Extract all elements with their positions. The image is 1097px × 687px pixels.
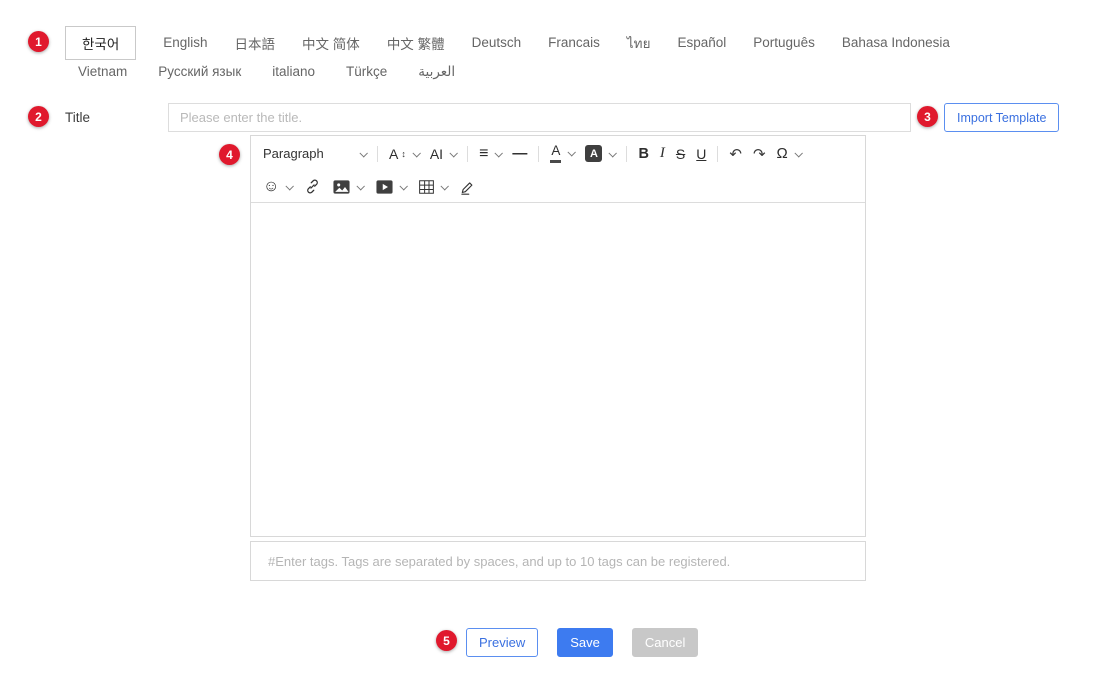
title-input[interactable] — [168, 103, 911, 132]
underline-button[interactable]: U — [696, 146, 706, 162]
highlight-color-dropdown[interactable]: A — [585, 145, 615, 162]
redo-button[interactable]: ↷ — [753, 145, 766, 163]
table-icon — [419, 180, 434, 194]
strikethrough-icon: S — [676, 146, 685, 162]
toolbar-separator — [467, 146, 468, 162]
rich-text-editor: Paragraph A↕ AI ≡ — — [250, 135, 866, 537]
table-dropdown[interactable] — [419, 180, 447, 194]
toolbar-separator — [377, 146, 378, 162]
emoji-dropdown[interactable]: ☺ — [263, 178, 292, 196]
chevron-down-icon — [359, 149, 367, 157]
annotation-badge-3: 3 — [917, 106, 938, 127]
highlight-color-icon: A — [585, 145, 602, 162]
undo-button[interactable]: ↶ — [729, 145, 742, 163]
tab-espanol[interactable]: Español — [677, 35, 726, 50]
font-size-dropdown[interactable]: A↕ — [389, 146, 419, 162]
tab-russian[interactable]: Русский язык — [158, 64, 241, 80]
chevron-down-icon — [794, 149, 802, 157]
link-button[interactable] — [305, 179, 320, 194]
editor-content-area[interactable] — [251, 203, 865, 536]
paragraph-format-select[interactable]: Paragraph — [263, 146, 366, 161]
chevron-down-icon — [357, 182, 365, 190]
underline-icon: U — [696, 146, 706, 162]
language-tab-bar: 한국어 English 日本語 中文 简体 中文 繁體 Deutsch Fran… — [65, 27, 950, 58]
chevron-down-icon — [441, 182, 449, 190]
tab-portugues[interactable]: Português — [753, 35, 815, 50]
chevron-down-icon — [568, 149, 576, 157]
annotation-badge-5: 5 — [436, 630, 457, 651]
tab-bahasa-indonesia[interactable]: Bahasa Indonesia — [842, 35, 950, 50]
language-tab-bar-row2: Vietnam Русский язык italiano Türkçe الع… — [78, 64, 455, 80]
bold-button[interactable]: B — [638, 146, 648, 162]
tags-input[interactable] — [250, 541, 866, 581]
redo-icon: ↷ — [753, 145, 766, 163]
preview-button[interactable]: Preview — [466, 628, 538, 657]
action-button-row: Preview Save Cancel — [466, 628, 698, 657]
font-color-dropdown[interactable]: A — [550, 144, 574, 162]
pen-icon — [460, 179, 475, 195]
text-align-dropdown[interactable]: ≡ — [479, 145, 501, 163]
italic-button[interactable]: I — [660, 145, 665, 162]
link-icon — [305, 179, 320, 194]
chevron-down-icon — [412, 149, 420, 157]
toolbar-separator — [717, 146, 718, 162]
draw-button[interactable] — [460, 179, 475, 195]
tab-english[interactable]: English — [163, 35, 207, 50]
font-family-icon: AI — [430, 146, 443, 162]
toolbar-separator — [538, 146, 539, 162]
chevron-down-icon — [495, 149, 503, 157]
annotation-badge-4: 4 — [219, 144, 240, 165]
align-left-icon: ≡ — [479, 145, 488, 163]
paragraph-format-label: Paragraph — [263, 146, 324, 161]
toolbar-separator — [626, 146, 627, 162]
font-color-icon: A — [550, 144, 561, 162]
italic-icon: I — [660, 145, 665, 162]
import-template-button[interactable]: Import Template — [944, 103, 1059, 132]
emoji-icon: ☺ — [263, 178, 279, 196]
special-character-dropdown[interactable]: Ω — [777, 145, 801, 162]
tab-korean[interactable]: 한국어 — [65, 26, 136, 60]
font-size-icon: A — [389, 146, 398, 162]
tab-thai[interactable]: ไทย — [627, 32, 651, 54]
editor-toolbar: Paragraph A↕ AI ≡ — — [251, 136, 865, 203]
horizontal-rule-icon: — — [512, 145, 527, 162]
chevron-down-icon — [400, 182, 408, 190]
image-dropdown[interactable] — [333, 180, 363, 194]
tab-chinese-simplified[interactable]: 中文 简体 — [302, 33, 360, 53]
strikethrough-button[interactable]: S — [676, 146, 685, 162]
save-button[interactable]: Save — [557, 628, 613, 657]
annotation-badge-1: 1 — [28, 31, 49, 52]
font-family-dropdown[interactable]: AI — [430, 146, 456, 162]
tab-chinese-traditional[interactable]: 中文 繁體 — [387, 33, 445, 53]
video-dropdown[interactable] — [376, 180, 406, 194]
tab-francais[interactable]: Francais — [548, 35, 600, 50]
chevron-down-icon — [609, 149, 617, 157]
title-label: Title — [65, 110, 90, 125]
annotation-badge-2: 2 — [28, 106, 49, 127]
tab-japanese[interactable]: 日本語 — [235, 33, 276, 53]
tab-arabic[interactable]: العربية — [418, 64, 455, 80]
post-editor-page: 1 2 3 4 5 한국어 English 日本語 中文 简体 中文 繁體 De… — [0, 0, 1097, 687]
editor-toolbar-row1: Paragraph A↕ AI ≡ — — [251, 136, 865, 171]
tab-deutsch[interactable]: Deutsch — [472, 35, 522, 50]
editor-toolbar-row2: ☺ — [251, 171, 865, 202]
video-icon — [376, 180, 393, 194]
omega-icon: Ω — [777, 145, 788, 162]
undo-icon: ↶ — [729, 145, 742, 163]
tab-vietnam[interactable]: Vietnam — [78, 64, 127, 80]
chevron-down-icon — [450, 149, 458, 157]
image-icon — [333, 180, 350, 194]
tab-turkce[interactable]: Türkçe — [346, 64, 387, 80]
cancel-button[interactable]: Cancel — [632, 628, 698, 657]
horizontal-rule-button[interactable]: — — [512, 145, 527, 162]
font-size-arrows-icon: ↕ — [401, 149, 406, 159]
chevron-down-icon — [286, 182, 294, 190]
tab-italiano[interactable]: italiano — [272, 64, 315, 80]
bold-icon: B — [638, 146, 648, 162]
